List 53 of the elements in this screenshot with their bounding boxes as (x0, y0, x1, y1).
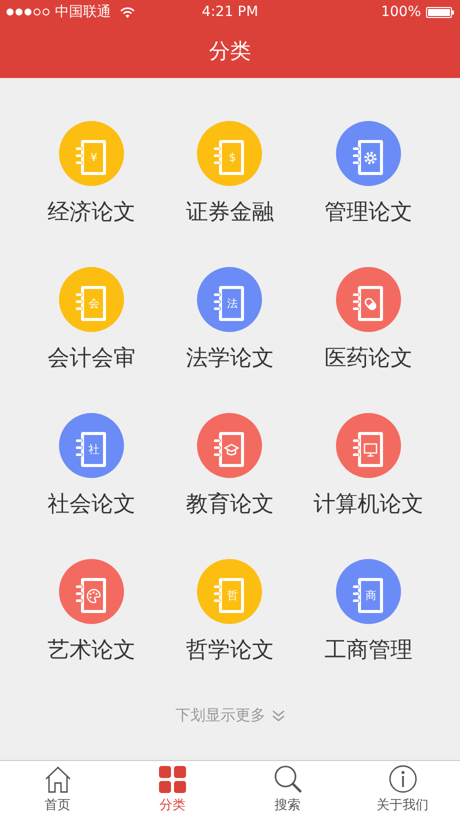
notebook-icon[interactable] (336, 559, 402, 624)
icon-glyph: 商 (364, 588, 378, 604)
wifi-icon (120, 6, 135, 18)
grid-icon (159, 766, 186, 793)
category-label[interactable]: 工商管理 (324, 636, 413, 666)
category-label[interactable]: 计算机论文 (314, 490, 424, 520)
category-label[interactable]: 证券金融 (186, 198, 274, 228)
category-label[interactable]: 社会论文 (47, 490, 136, 520)
status-time: 4:21 PM (202, 4, 258, 20)
notebook-icon[interactable] (336, 121, 402, 186)
search-icon (274, 765, 302, 793)
category-label[interactable]: 教育论文 (186, 490, 274, 520)
category-label[interactable]: 会计会审 (47, 344, 136, 374)
home-icon (44, 766, 72, 793)
more-hint: 下划显示更多 (176, 706, 266, 725)
tab-item[interactable]: 分类 (115, 761, 230, 818)
category-label[interactable]: 管理论文 (324, 198, 413, 228)
tab-item[interactable]: 关于我们 (345, 761, 460, 818)
category-label[interactable]: 艺术论文 (47, 636, 136, 666)
icon-glyph: 社 (87, 442, 100, 458)
notebook-icon[interactable] (58, 559, 124, 624)
icon-glyph: 法 (226, 296, 239, 312)
category-label[interactable]: 法学论文 (186, 344, 274, 374)
graduation-cap-icon (224, 444, 240, 456)
battery-icon (426, 6, 454, 18)
signal-icon (6, 8, 50, 16)
notebook-icon[interactable] (197, 559, 262, 624)
palette-icon (86, 588, 100, 604)
monitor-icon (364, 443, 378, 457)
pill-icon (363, 296, 378, 312)
icon-glyph: 会 (87, 296, 100, 312)
category-label[interactable]: 经济论文 (47, 198, 136, 228)
notebook-icon[interactable] (197, 267, 262, 332)
notebook-icon[interactable] (58, 267, 124, 332)
notebook-icon[interactable] (58, 121, 124, 186)
double-chevron-down-icon (272, 710, 284, 722)
notebook-icon[interactable] (197, 413, 262, 478)
page-title: 分类 (209, 38, 251, 65)
icon-glyph: ¥ (89, 150, 98, 166)
category-label[interactable]: 哲学论文 (186, 636, 274, 666)
notebook-icon[interactable] (336, 413, 402, 478)
icon-glyph: $ (228, 150, 237, 166)
battery-percent: 100% (380, 4, 421, 20)
category-label[interactable]: 医药论文 (324, 344, 413, 374)
tab-item[interactable]: 搜索 (230, 761, 345, 818)
icon-glyph: 哲 (226, 588, 239, 604)
carrier-name: 中国联通 (55, 3, 111, 21)
notebook-icon[interactable] (336, 267, 402, 332)
notebook-icon[interactable] (58, 413, 124, 478)
gear-icon (364, 152, 377, 164)
info-icon (388, 765, 416, 793)
notebook-icon[interactable] (197, 121, 262, 186)
tab-item[interactable]: 首页 (0, 761, 115, 818)
